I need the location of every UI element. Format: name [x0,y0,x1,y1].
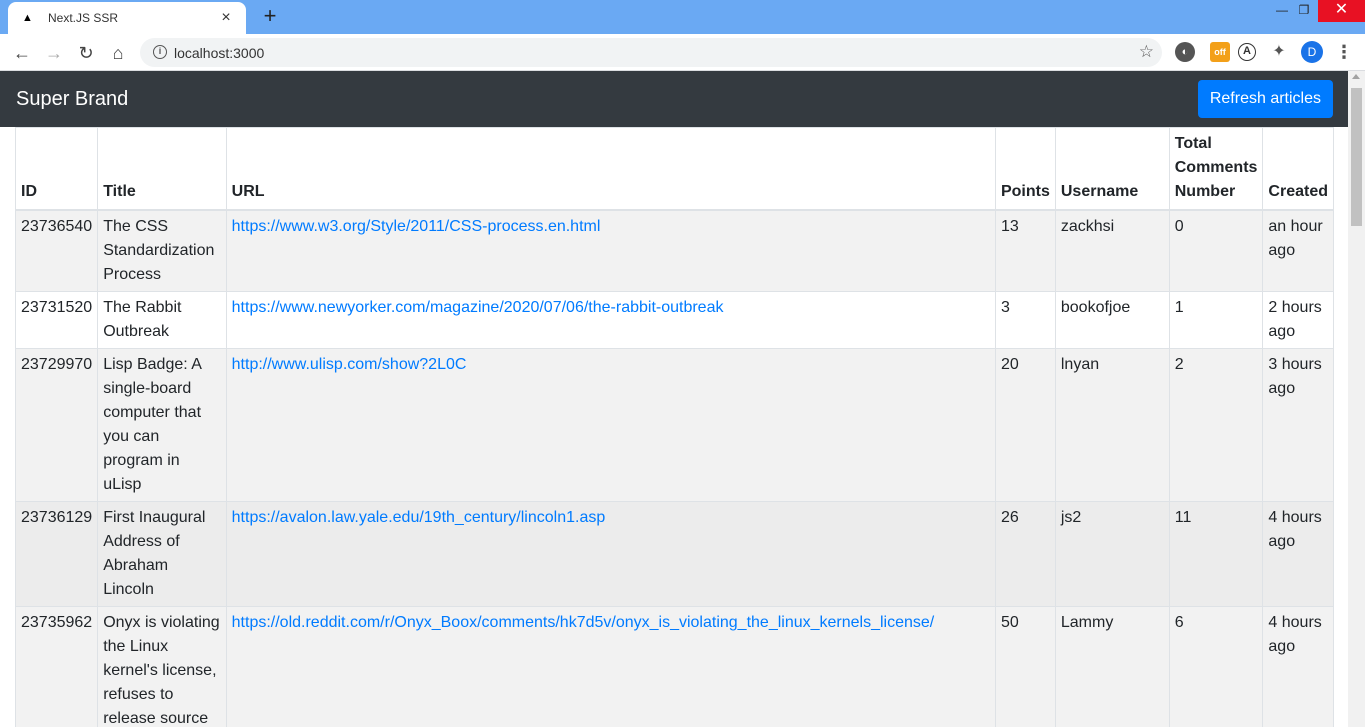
extension-off-badge-icon[interactable]: off [1210,42,1230,62]
dark-mode-extension-icon[interactable]: ◐ [1175,42,1195,62]
home-icon[interactable]: ⌂ [105,40,131,66]
cell-id: 23729970 [14,348,99,502]
cell-url: https://www.w3.org/Style/2011/CSS-proces… [225,209,996,292]
article-link[interactable]: https://old.reddit.com/r/Onyx_Boox/comme… [232,614,935,631]
cell-title: Onyx is violating the Linux kernel's lic… [97,606,227,727]
address-bar[interactable]: i localhost:3000 ☆ [140,38,1162,67]
cell-comments: 2 [1168,348,1264,502]
cell-username: Lammy [1054,606,1170,727]
header-url: URL [225,127,996,211]
cell-points: 13 [994,209,1056,292]
browser-menu-icon[interactable]: ⋮ [1334,42,1354,62]
browser-toolbar: ← → ↻ ⌂ i localhost:3000 ☆ ◐ off A ✦ D ⋮ [0,34,1365,71]
scroll-up-arrow-icon[interactable] [1352,74,1360,79]
cell-comments: 11 [1168,501,1264,607]
cell-title: The CSS Standardization Process [97,209,227,292]
cell-comments: 6 [1168,606,1264,727]
article-link[interactable]: http://www.ulisp.com/show?2L0C [232,356,467,373]
table-row: 23736129 First Inaugural Address of Abra… [14,501,1334,607]
header-created: Created [1262,127,1334,211]
header-username: Username [1054,127,1170,211]
browser-tab[interactable]: ▲ Next.JS SSR × [8,2,246,34]
cell-id: 23735962 [14,606,99,727]
browser-titlebar: ▲ Next.JS SSR × + — ❐ ✕ [0,0,1365,34]
refresh-articles-button[interactable]: Refresh articles [1197,80,1333,118]
table-row: 23729970 Lisp Badge: A single-board comp… [14,348,1334,502]
cell-points: 20 [994,348,1056,502]
cell-points: 50 [994,606,1056,727]
header-id: ID [14,127,99,211]
vertical-scrollbar[interactable] [1348,71,1365,727]
reload-icon[interactable]: ↻ [73,40,99,66]
site-info-icon[interactable]: i [153,45,167,59]
cell-username: bookofjoe [1054,291,1170,349]
tab-title: Next.JS SSR [48,11,119,25]
page-viewport: Super Brand Refresh articles ID Title UR… [0,71,1348,727]
table-row: 23731520 The Rabbit Outbreak https://www… [14,291,1334,349]
cell-created: 4 hours ago [1262,501,1334,607]
profile-avatar[interactable]: D [1301,41,1323,63]
cell-username: js2 [1054,501,1170,607]
extensions-puzzle-icon[interactable]: ✦ [1269,42,1289,62]
article-link[interactable]: https://www.w3.org/Style/2011/CSS-proces… [232,218,601,235]
cell-title: The Rabbit Outbreak [97,291,227,349]
app-navbar: Super Brand Refresh articles [0,71,1348,127]
back-arrow-icon[interactable]: ← [9,40,35,66]
cell-url: https://www.newyorker.com/magazine/2020/… [225,291,996,349]
window-restore-icon[interactable]: ❐ [1286,0,1322,22]
scrollbar-thumb[interactable] [1351,88,1362,226]
cell-url: https://avalon.law.yale.edu/19th_century… [225,501,996,607]
header-points: Points [994,127,1056,211]
cell-comments: 0 [1168,209,1264,292]
header-title: Title [97,127,227,211]
cell-id: 23731520 [14,291,99,349]
window-close-icon[interactable]: ✕ [1318,0,1365,22]
forward-arrow-icon[interactable]: → [41,40,67,66]
cell-title: First Inaugural Address of Abraham Linco… [97,501,227,607]
brand-title[interactable]: Super Brand [16,88,128,111]
cell-username: lnyan [1054,348,1170,502]
cell-created: an hour ago [1262,209,1334,292]
cell-id: 23736129 [14,501,99,607]
table-header-row: ID Title URL Points Username Total Comme… [14,127,1334,211]
table-row: 23735962 Onyx is violating the Linux ker… [14,606,1334,727]
cell-comments: 1 [1168,291,1264,349]
cell-created: 4 hours ago [1262,606,1334,727]
cell-url: https://old.reddit.com/r/Onyx_Boox/comme… [225,606,996,727]
article-link[interactable]: https://www.newyorker.com/magazine/2020/… [232,299,724,316]
cell-title: Lisp Badge: A single-board computer that… [97,348,227,502]
article-link[interactable]: https://avalon.law.yale.edu/19th_century… [232,509,606,526]
new-tab-plus-icon[interactable]: + [258,5,282,28]
cell-created: 2 hours ago [1262,291,1334,349]
bookmark-star-icon[interactable]: ☆ [1139,42,1154,62]
table-row: 23736540 The CSS Standardization Process… [14,209,1334,292]
cell-points: 26 [994,501,1056,607]
header-total-comments: Total Comments Number [1168,127,1264,211]
cell-id: 23736540 [14,209,99,292]
cell-url: http://www.ulisp.com/show?2L0C [225,348,996,502]
cell-created: 3 hours ago [1262,348,1334,502]
triangle-favicon-icon: ▲ [22,12,33,24]
address-url[interactable]: localhost:3000 [174,45,264,61]
cell-username: zackhsi [1054,209,1170,292]
font-extension-icon[interactable]: A [1238,43,1256,61]
articles-table: ID Title URL Points Username Total Comme… [14,127,1334,727]
tab-close-icon[interactable]: × [218,10,234,26]
cell-points: 3 [994,291,1056,349]
